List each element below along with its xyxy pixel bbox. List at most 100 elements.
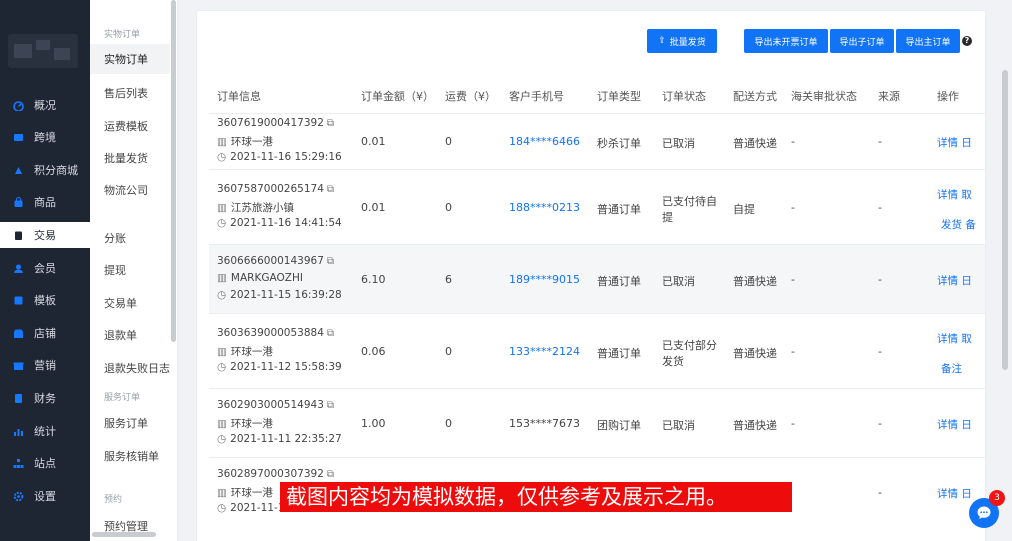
order-time: ◷ 2021-11-16 14:41:54: [217, 217, 342, 229]
nav-item-6[interactable]: 模板: [0, 287, 90, 313]
sub-item-refund-fail-log[interactable]: 退款失败日志: [104, 360, 170, 376]
delivery-method: 普通快递: [733, 419, 777, 432]
export-sub-orders-button[interactable]: 导出子订单: [830, 29, 894, 53]
sub-group-booking: 预约: [104, 495, 123, 505]
shop-icon: ▥: [217, 487, 227, 499]
order-type: 普通订单: [597, 347, 641, 360]
help-icon[interactable]: ?: [962, 36, 972, 46]
nav-item-8[interactable]: 营销: [0, 352, 90, 378]
page-scrollbar[interactable]: [1002, 70, 1008, 370]
nav-item-1[interactable]: 跨境: [0, 124, 90, 150]
order-type: 普通订单: [597, 203, 641, 216]
nav-item-12[interactable]: 设置: [0, 483, 90, 509]
upload-icon: ⇪: [658, 36, 666, 46]
store-icon: [13, 328, 24, 339]
order-actions[interactable]: 详情 日: [937, 273, 972, 288]
nav-item-4[interactable]: 交易: [0, 222, 90, 248]
col-delivery: 配送方式: [733, 90, 777, 103]
order-freight: 6: [445, 273, 452, 286]
copy-icon[interactable]: ⧉: [327, 184, 334, 195]
clock-icon: ◷: [217, 433, 227, 445]
sub-item-split[interactable]: 分账: [104, 230, 126, 246]
order-status: 已支付待自: [662, 195, 717, 208]
order-actions-line2[interactable]: 发货 备: [941, 217, 976, 232]
copy-icon[interactable]: ⧉: [327, 118, 334, 129]
nav-item-10[interactable]: 统计: [0, 418, 90, 444]
table-row: 3603639000053884 ⧉ ▥ 环球一港 ◷ 2021-11-12 15:58:…: [209, 313, 985, 388]
chart-icon: [13, 426, 24, 437]
finance-icon: [13, 393, 24, 404]
copy-icon[interactable]: ⧉: [327, 256, 334, 267]
template-icon: [13, 295, 24, 306]
order-id-text: 3607619000417392: [217, 117, 324, 129]
sub-item-withdraw[interactable]: 提现: [104, 262, 126, 278]
nav-item-label: 站点: [34, 457, 56, 470]
nav-item-7[interactable]: 店铺: [0, 320, 90, 346]
order-actions[interactable]: 详情 取: [937, 187, 972, 202]
order-time: ◷ 2021-11-11 22:35:27: [217, 433, 342, 445]
order-source: -: [878, 201, 882, 214]
order-time: ◷ 2021-11-15 16:39:28: [217, 289, 342, 301]
order-type: 秒杀订单: [597, 137, 641, 150]
order-time-text: 2021-11-15 16:39:28: [230, 289, 342, 301]
customer-phone[interactable]: 189****9015: [509, 273, 580, 286]
nav-item-label: 交易: [34, 229, 56, 242]
col-freight: 运费（¥）: [445, 90, 496, 103]
copy-icon[interactable]: ⧉: [327, 400, 334, 411]
clock-icon: ◷: [217, 217, 227, 229]
shop-icon: ▥: [217, 202, 227, 214]
points-icon: [13, 165, 24, 176]
sub-item-service-verify[interactable]: 服务核销单: [104, 448, 159, 464]
nav-item-9[interactable]: 财务: [0, 385, 90, 411]
sub-item-freight-template[interactable]: 运费模板: [104, 118, 148, 134]
customer-phone[interactable]: 184****6466: [509, 135, 580, 148]
sub-item-logistics[interactable]: 物流公司: [104, 182, 148, 198]
shop-name: 环球一港: [230, 487, 273, 499]
nav-item-5[interactable]: 会员: [0, 255, 90, 281]
col-phone: 客户手机号: [509, 90, 564, 103]
sub-item-refunds[interactable]: 退款单: [104, 327, 137, 343]
order-id: 3602903000514943 ⧉: [217, 399, 334, 411]
export-uninvoiced-button[interactable]: 导出未开票订单: [744, 29, 828, 53]
delivery-method: 普通快递: [733, 347, 777, 360]
chat-icon: [977, 506, 991, 519]
sub-item-transactions[interactable]: 交易单: [104, 295, 137, 311]
clipboard-icon: [13, 230, 24, 241]
order-actions[interactable]: 详情 日: [937, 417, 972, 432]
order-source: -: [878, 417, 882, 430]
batch-ship-button[interactable]: ⇪ 批量发货: [647, 29, 717, 53]
globe-icon: [13, 132, 24, 143]
app-root: 概况 跨境 积分商城 商品 交易 会员 模板 店铺 营销 财务 统计 站点 设置 实物订单 实物订单 售…: [0, 0, 1012, 541]
order-amount: 0.01: [361, 201, 386, 214]
order-actions[interactable]: 详情 日: [937, 486, 972, 501]
nav-item-0[interactable]: 概况: [0, 92, 90, 118]
shop-name: 环球一港: [230, 418, 273, 430]
sub-item-after-sales[interactable]: 售后列表: [104, 85, 148, 101]
order-status: 已取消: [662, 419, 695, 432]
nav-item-11[interactable]: 站点: [0, 450, 90, 476]
order-amount: 6.10: [361, 273, 386, 286]
nav-item-2[interactable]: 积分商城: [0, 157, 90, 183]
order-id: 3607587000265174 ⧉: [217, 183, 334, 195]
order-source: -: [878, 486, 882, 499]
order-id: 3606666000143967 ⧉: [217, 255, 334, 267]
nav-item-3[interactable]: 商品: [0, 189, 90, 215]
order-actions[interactable]: 详情 日: [937, 135, 972, 150]
customer-phone[interactable]: 133****2124: [509, 345, 580, 358]
sub-item-service-orders[interactable]: 服务订单: [104, 415, 148, 431]
customer-phone: 153****7673: [509, 417, 580, 430]
sub-nav-scrollbar[interactable]: [171, 0, 176, 342]
customer-phone[interactable]: 188****0213: [509, 201, 580, 214]
order-actions[interactable]: 详情 取: [937, 331, 972, 346]
copy-icon[interactable]: ⧉: [327, 469, 334, 480]
sub-nav-hscrollbar[interactable]: [92, 532, 156, 537]
order-type: 团购订单: [597, 419, 641, 432]
copy-icon[interactable]: ⧉: [327, 328, 334, 339]
order-actions-line2[interactable]: 备注: [941, 361, 962, 376]
export-main-orders-button[interactable]: 导出主订单: [896, 29, 960, 53]
nav-item-label: 跨境: [34, 131, 56, 144]
sub-item-physical-orders[interactable]: 实物订单: [90, 44, 170, 74]
nav-item-label: 会员: [34, 262, 56, 275]
sub-item-batch-ship[interactable]: 批量发货: [104, 150, 148, 166]
gear-icon: [13, 491, 24, 502]
